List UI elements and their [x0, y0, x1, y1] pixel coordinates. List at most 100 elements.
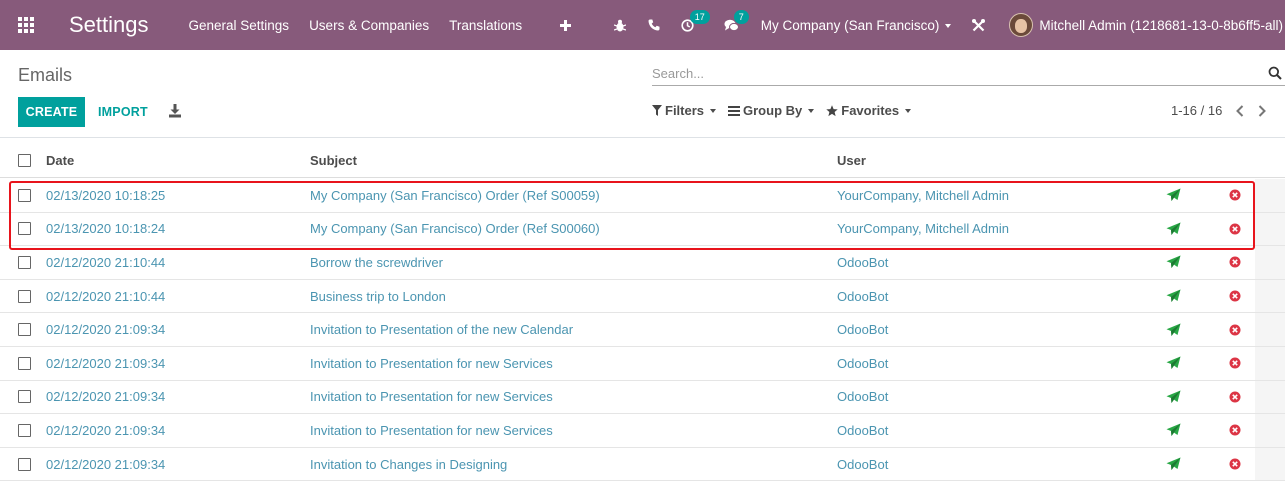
download-icon[interactable]: [168, 103, 182, 119]
filter-icon: [652, 105, 662, 116]
column-header-subject[interactable]: Subject: [310, 143, 357, 177]
phone-icon[interactable]: [637, 0, 671, 50]
row-checkbox[interactable]: [18, 457, 31, 471]
create-button[interactable]: CREATE: [18, 97, 85, 127]
pager-previous-button[interactable]: [1236, 104, 1244, 117]
row-checkbox[interactable]: [18, 356, 31, 370]
cancel-button[interactable]: [1229, 179, 1241, 212]
row-checkbox[interactable]: [18, 323, 31, 337]
avatar[interactable]: [1009, 13, 1034, 37]
breadcrumb-title: Emails: [18, 65, 73, 85]
send-now-button[interactable]: [1166, 347, 1181, 380]
bug-icon[interactable]: [603, 0, 637, 50]
cancel-button[interactable]: [1229, 246, 1241, 279]
times-circle-icon: [1229, 391, 1241, 403]
activity-clock-icon[interactable]: 17: [671, 0, 710, 50]
table-row[interactable]: 02/12/2020 21:09:34 Invitation to Change…: [0, 447, 1285, 482]
row-date: 02/12/2020 21:09:34: [46, 422, 166, 438]
row-date: 02/13/2020 10:18:25: [46, 187, 166, 203]
company-switcher[interactable]: My Company (San Francisco): [761, 18, 952, 33]
row-user: OdooBot: [837, 254, 889, 270]
row-date: 02/12/2020 21:09:34: [46, 322, 166, 338]
pager-next-button[interactable]: [1258, 104, 1267, 117]
caret-down-icon: [905, 108, 912, 113]
row-checkbox[interactable]: [18, 255, 31, 269]
row-checkbox[interactable]: [18, 423, 31, 437]
import-button[interactable]: IMPORT: [98, 97, 148, 127]
chevron-left-icon: [1236, 104, 1244, 117]
table-row[interactable]: 02/12/2020 21:09:34 Invitation to Presen…: [0, 414, 1285, 448]
pager-value[interactable]: 1-16 / 16: [1171, 103, 1222, 118]
search-input[interactable]: [652, 66, 1252, 81]
menu-translations[interactable]: Translations: [449, 18, 522, 33]
table-row[interactable]: 02/12/2020 21:09:34 Invitation to Presen…: [0, 313, 1285, 347]
cancel-button[interactable]: [1229, 280, 1241, 313]
times-circle-icon: [1229, 424, 1241, 436]
send-now-button[interactable]: [1166, 414, 1181, 447]
paper-plane-icon: [1166, 423, 1181, 437]
cancel-button[interactable]: [1229, 347, 1241, 380]
row-end-tint: [1255, 313, 1285, 346]
row-checkbox[interactable]: [18, 222, 31, 236]
row-user: YourCompany, Mitchell Admin: [837, 221, 1009, 237]
table-row[interactable]: 02/12/2020 21:09:34 Invitation to Presen…: [0, 380, 1285, 415]
row-end-tint: [1255, 212, 1285, 246]
activity-count-badge: 17: [689, 10, 710, 24]
menu-users-companies[interactable]: Users & Companies: [309, 18, 429, 33]
row-subject: Invitation to Presentation for new Servi…: [310, 422, 553, 438]
row-user: OdooBot: [837, 288, 889, 304]
filters-label: Filters: [665, 103, 705, 118]
times-circle-icon: [1229, 256, 1241, 268]
table-row[interactable]: 02/12/2020 21:09:34 Invitation to Presen…: [0, 347, 1285, 381]
table-row[interactable]: 02/12/2020 21:10:44 Business trip to Lon…: [0, 279, 1285, 314]
row-subject: Invitation to Presentation for new Servi…: [310, 389, 553, 405]
row-date: 02/12/2020 21:10:44: [46, 254, 166, 270]
grid-icon: [17, 17, 34, 33]
user-menu[interactable]: Mitchell Admin (1218681-13-0-8b6ff5-all): [1039, 18, 1285, 33]
send-now-button[interactable]: [1166, 280, 1181, 313]
row-date: 02/12/2020 21:09:34: [46, 456, 166, 472]
filters-toggle[interactable]: Filters: [652, 103, 717, 118]
cancel-button[interactable]: [1229, 313, 1241, 346]
table-row[interactable]: 02/13/2020 10:18:24 My Company (San Fran…: [0, 212, 1285, 247]
paper-plane-icon: [1166, 457, 1181, 471]
favorites-toggle[interactable]: Favorites: [826, 103, 912, 118]
table-row[interactable]: 02/12/2020 21:10:44 Borrow the screwdriv…: [0, 246, 1285, 280]
cancel-button[interactable]: [1229, 414, 1241, 447]
row-end-tint: [1255, 279, 1285, 313]
tools-icon[interactable]: [961, 0, 995, 50]
send-now-button[interactable]: [1166, 213, 1181, 246]
messages-icon[interactable]: 7: [715, 0, 749, 50]
send-now-button[interactable]: [1166, 381, 1181, 414]
cancel-button[interactable]: [1229, 448, 1241, 481]
paper-plane-icon: [1166, 255, 1181, 269]
top-navbar: Settings General Settings Users & Compan…: [0, 0, 1285, 50]
plus-icon[interactable]: [548, 0, 582, 50]
menu-general-settings[interactable]: General Settings: [189, 18, 290, 33]
app-title[interactable]: Settings: [69, 12, 149, 38]
groupby-toggle[interactable]: Group By: [728, 103, 815, 118]
control-panel: Emails CREATE IMPORT Filters Group By Fa…: [0, 50, 1285, 138]
select-all-checkbox[interactable]: [18, 153, 31, 167]
table-row[interactable]: 02/13/2020 10:18:25 My Company (San Fran…: [0, 179, 1285, 213]
row-checkbox[interactable]: [18, 188, 31, 202]
row-checkbox[interactable]: [18, 390, 31, 404]
row-date: 02/12/2020 21:10:44: [46, 288, 166, 304]
row-subject: My Company (San Francisco) Order (Ref S0…: [310, 187, 600, 203]
paper-plane-icon: [1166, 323, 1181, 336]
cancel-button[interactable]: [1229, 213, 1241, 246]
caret-down-icon: [945, 23, 952, 28]
send-now-button[interactable]: [1166, 246, 1181, 279]
send-now-button[interactable]: [1166, 448, 1181, 481]
column-header-user[interactable]: User: [837, 143, 866, 177]
row-user: OdooBot: [837, 322, 889, 338]
search-icon[interactable]: [1268, 66, 1282, 80]
apps-menu-button[interactable]: [0, 0, 51, 50]
send-now-button[interactable]: [1166, 313, 1181, 346]
column-header-date[interactable]: Date: [46, 143, 74, 177]
cancel-button[interactable]: [1229, 381, 1241, 414]
row-checkbox[interactable]: [18, 289, 31, 303]
send-now-button[interactable]: [1166, 179, 1181, 212]
company-name: My Company (San Francisco): [760, 17, 940, 33]
table-header: Date Subject User: [0, 143, 1285, 178]
